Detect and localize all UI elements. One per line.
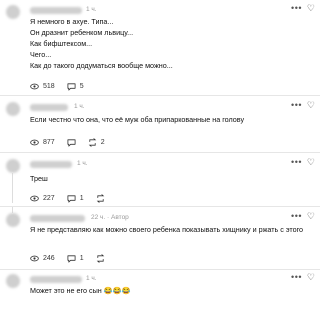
avatar[interactable]: [6, 5, 20, 19]
avatar[interactable]: [6, 274, 20, 288]
username-redacted[interactable]: [30, 104, 68, 111]
repost-icon: [88, 137, 96, 147]
reply-icon: [67, 138, 76, 147]
views-stat: 877: [30, 138, 55, 147]
heart-icon[interactable]: ♡: [307, 100, 315, 111]
more-dots-icon[interactable]: •••: [291, 157, 302, 167]
username-redacted[interactable]: [30, 276, 82, 283]
comment-time-value: 22 ч.: [91, 214, 106, 221]
reply-count: 1: [79, 254, 84, 262]
reply-button[interactable]: 1: [67, 194, 84, 203]
username-redacted[interactable]: [30, 161, 72, 168]
thread-line: [12, 173, 13, 203]
comment-actions: 246 1: [30, 253, 105, 263]
comment-text: Может это не его сын 😂😂😂: [30, 286, 131, 295]
reply-button[interactable]: 1: [67, 254, 84, 263]
heart-icon[interactable]: ♡: [307, 272, 315, 283]
eye-icon: [30, 195, 39, 201]
heart-icon[interactable]: ♡: [307, 3, 315, 14]
comment-2: 1 ч. ••• ♡ Если честно что она, что её м…: [0, 96, 320, 153]
username-redacted[interactable]: [30, 215, 85, 222]
comment-4: 22 ч. · Автор ••• ♡ Я не представляю как…: [0, 207, 320, 270]
comment-time: 1 ч.: [77, 160, 88, 167]
comment-5: 1 ч. ••• ♡ Может это не его сын 😂😂😂: [0, 270, 320, 320]
avatar[interactable]: [6, 159, 20, 173]
comment-1: 1 ч. ••• ♡ Я немного в ахуе. Типа... Он …: [0, 0, 320, 96]
views-stat: 518: [30, 82, 55, 91]
reply-button[interactable]: [67, 138, 76, 147]
author-badge: · Автор: [107, 214, 129, 221]
reply-icon: [67, 254, 76, 263]
repost-button[interactable]: [96, 193, 105, 203]
comment-text: Треш: [30, 174, 48, 183]
more-dots-icon[interactable]: •••: [291, 3, 302, 13]
avatar[interactable]: [6, 213, 20, 227]
repost-icon: [96, 193, 104, 203]
reply-button[interactable]: 5: [67, 82, 84, 91]
views-count: 877: [43, 138, 55, 146]
reply-icon: [67, 194, 76, 203]
repost-icon: [96, 253, 104, 263]
comment-text: Если честно что она, что её муж оба прип…: [30, 115, 245, 124]
views-count: 227: [43, 194, 55, 202]
avatar[interactable]: [6, 102, 20, 116]
more-dots-icon[interactable]: •••: [291, 272, 302, 282]
views-count: 246: [43, 254, 55, 262]
eye-icon: [30, 255, 39, 261]
username-redacted[interactable]: [30, 7, 82, 14]
reply-count: 1: [79, 194, 84, 202]
comment-time: 1 ч.: [86, 6, 97, 13]
comment-time: 1 ч.: [74, 103, 85, 110]
comment-time: 1 ч.: [86, 275, 97, 282]
views-stat: 246: [30, 254, 55, 263]
more-dots-icon[interactable]: •••: [291, 211, 302, 221]
comment-text: Я немного в ахуе. Типа... Он дразнит реб…: [30, 17, 173, 70]
views-count: 518: [43, 82, 55, 90]
heart-icon[interactable]: ♡: [307, 157, 315, 168]
comment-time: 22 ч. · Автор: [91, 214, 129, 221]
reply-count: 5: [79, 82, 84, 90]
comment-actions: 518 5: [30, 81, 84, 91]
comment-actions: 877 2: [30, 137, 105, 147]
reply-icon: [67, 82, 76, 91]
repost-count: 2: [100, 138, 105, 146]
comment-actions: 227 1: [30, 193, 105, 203]
heart-icon[interactable]: ♡: [307, 211, 315, 222]
repost-button[interactable]: 2: [88, 137, 105, 147]
eye-icon: [30, 139, 39, 145]
repost-button[interactable]: [96, 253, 105, 263]
views-stat: 227: [30, 194, 55, 203]
more-dots-icon[interactable]: •••: [291, 100, 302, 110]
eye-icon: [30, 83, 39, 89]
comment-3: 1 ч. ••• ♡ Треш 227 1: [0, 153, 320, 207]
comment-text: Я не представляю как можно своего ребенк…: [30, 225, 304, 234]
